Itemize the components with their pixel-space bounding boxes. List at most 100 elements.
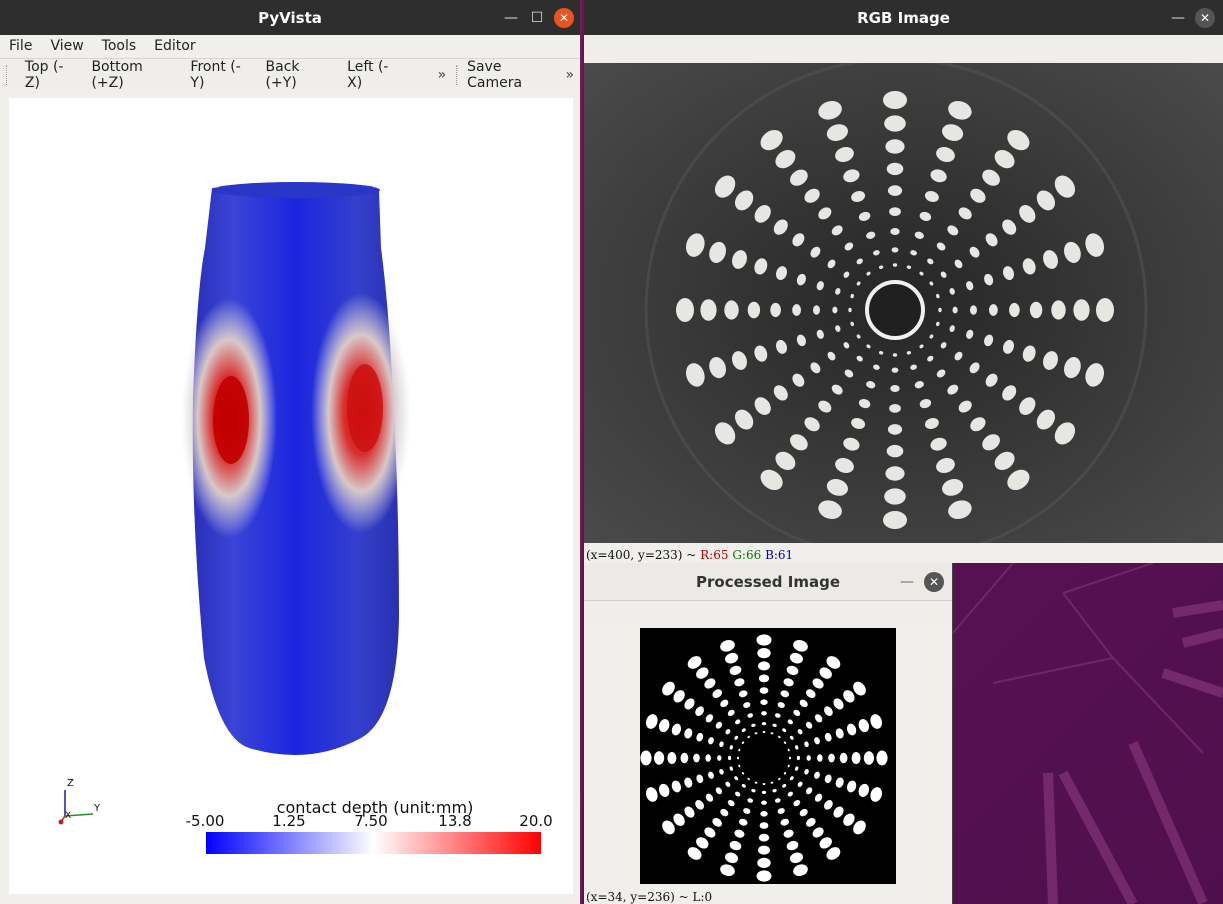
close-icon[interactable]: ✕: [924, 572, 944, 592]
marker-dot: [761, 790, 767, 794]
save-camera-button[interactable]: Save Camera: [467, 59, 563, 91]
marker-dot: [1096, 298, 1114, 322]
window-title: RGB Image: [857, 8, 950, 27]
marker-dot: [762, 783, 766, 785]
marker-dot: [1029, 301, 1043, 319]
scalar-bar: [206, 832, 541, 854]
marker-dot: [758, 833, 770, 842]
marker-dot: [761, 721, 767, 726]
marker-dot: [1051, 300, 1066, 320]
marker-dot: [737, 756, 739, 760]
scalar-bar-tick: 20.0: [519, 812, 552, 830]
marker-dot: [758, 674, 770, 683]
maximize-icon[interactable]: ☐: [524, 5, 550, 31]
toolbar-grip[interactable]: [456, 64, 459, 85]
view-left-button[interactable]: Left (-X): [339, 59, 407, 91]
rgb-camera-image[interactable]: [584, 63, 1223, 543]
view-bottom-button[interactable]: Bottom (+Z): [83, 59, 182, 91]
marker-dot: [848, 307, 852, 313]
camera-frame: [584, 63, 1223, 543]
marker-dot: [676, 298, 694, 322]
view-back-button[interactable]: Back (+Y): [258, 59, 340, 91]
pixel-green-value: G:66: [732, 548, 762, 562]
menu-view[interactable]: View: [41, 38, 92, 54]
close-icon[interactable]: ✕: [554, 7, 574, 28]
marker-dot: [758, 661, 770, 671]
menu-file[interactable]: File: [0, 38, 41, 54]
marker-dot: [832, 306, 838, 314]
marker-dot: [700, 299, 717, 321]
toolbar-area: [584, 35, 1223, 63]
minimize-icon[interactable]: —: [1165, 5, 1191, 31]
marker-dot: [887, 185, 903, 196]
marker-dot: [952, 306, 958, 314]
pixel-coordinates: (x=400, y=233) ~: [586, 548, 701, 562]
marker-dot: [889, 404, 901, 413]
menu-bar: File View Tools Editor: [0, 35, 580, 57]
marker-dot: [756, 870, 772, 882]
scalar-bar-tick: 13.8: [438, 812, 471, 830]
marker-dot: [717, 755, 722, 761]
render-viewport[interactable]: Z Y X contact depth (unit:mm) -5.00 1.25…: [9, 98, 573, 894]
marker-dot: [796, 755, 800, 761]
marker-dot: [890, 228, 900, 235]
marker-dot: [883, 91, 907, 109]
pixel-red-value: R:65: [700, 548, 729, 562]
processed-image-window: Processed Image — ✕ (x=34, y=236) ~ L:0: [584, 563, 953, 904]
toolbar-grip[interactable]: [6, 64, 9, 85]
marker-dot: [806, 755, 811, 761]
marker-dot: [1009, 302, 1020, 318]
toolbar-overflow-icon[interactable]: »: [432, 67, 453, 83]
marker-dot: [728, 755, 732, 761]
pixel-blue-value: B:61: [765, 548, 794, 562]
mesh-top-cap: [212, 182, 380, 198]
processed-binary-image[interactable]: [640, 628, 896, 884]
axis-label-x: X: [65, 811, 71, 821]
marker-dot: [886, 444, 904, 458]
marker-dot: [789, 756, 791, 760]
marker-dot: [758, 845, 770, 855]
marker-dot: [1073, 299, 1090, 321]
marker-dot: [813, 305, 820, 315]
marker-dot: [759, 822, 769, 829]
marker-dot: [938, 307, 942, 313]
axis-label-y: Y: [93, 803, 101, 814]
view-top-button[interactable]: Top (-Z): [17, 59, 84, 91]
minimize-icon[interactable]: —: [894, 569, 920, 595]
marker-dot: [817, 754, 823, 762]
marker-dot: [680, 752, 689, 764]
marker-dot: [747, 301, 761, 319]
marker-dot: [724, 300, 739, 320]
marker-dot: [863, 751, 874, 765]
close-icon[interactable]: ✕: [1195, 7, 1215, 28]
binary-frame: [640, 628, 896, 884]
orientation-axes: [58, 790, 94, 825]
marker-dot: [989, 304, 998, 316]
marker-dot: [757, 647, 771, 659]
minimize-icon[interactable]: —: [498, 5, 524, 31]
toolbar-overflow-icon[interactable]: »: [563, 67, 580, 83]
marker-dot: [760, 699, 768, 705]
marker-dot: [759, 687, 769, 694]
marker-dot: [667, 752, 677, 764]
menu-tools[interactable]: Tools: [93, 38, 146, 54]
window-title: PyVista: [258, 8, 322, 27]
menu-editor[interactable]: Editor: [145, 38, 204, 54]
marker-dot: [889, 207, 901, 216]
marker-dot: [705, 754, 711, 762]
marker-dot: [757, 857, 771, 868]
marker-dot: [891, 367, 899, 373]
rgb-image-window: RGB Image — ✕ (x=400, y=233) ~ R:65 G:66…: [584, 0, 1223, 563]
view-front-button[interactable]: Front (-Y): [182, 59, 257, 91]
window-title: Processed Image: [696, 572, 840, 591]
marker-dot: [887, 424, 903, 435]
marker-dot: [839, 752, 848, 764]
marker-dot: [828, 753, 835, 763]
pyvista-titlebar[interactable]: PyVista: [0, 0, 580, 35]
processed-status-bar: (x=34, y=236) ~ L:0: [586, 890, 713, 904]
contact-core-left: [213, 376, 249, 464]
rgb-titlebar[interactable]: RGB Image: [584, 0, 1223, 35]
marker-dot: [890, 385, 900, 392]
marker-dot: [884, 488, 906, 505]
marker-dot: [885, 466, 905, 481]
